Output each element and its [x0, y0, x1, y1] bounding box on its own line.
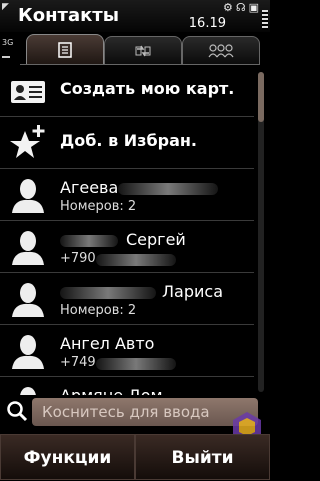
network-indicator: 3G	[2, 38, 14, 47]
star-add-icon	[10, 125, 45, 158]
contact-name: Лариса	[162, 282, 223, 301]
person-icon	[12, 179, 44, 213]
signal-icon	[2, 56, 10, 58]
tab-contacts[interactable]	[26, 34, 104, 65]
group-icon	[208, 44, 234, 58]
sync-icon	[135, 45, 151, 57]
battery-icon	[262, 10, 268, 30]
options-button[interactable]: Функции	[0, 434, 135, 480]
status-bar: ◤ Контакты ⚙☊▣ 16.19	[0, 0, 270, 32]
person-icon	[12, 231, 44, 265]
contact-numbers: Номеров: 2	[60, 303, 137, 318]
contact-row[interactable]: Армяне Дом	[0, 377, 254, 395]
create-my-card-label: Создать мою карт.	[60, 79, 235, 98]
redacted-text	[96, 358, 176, 370]
contact-phone: +749	[60, 355, 96, 370]
person-icon	[20, 387, 36, 395]
redacted-text	[96, 254, 176, 266]
contact-numbers: Номеров: 2	[60, 199, 137, 214]
person-icon	[12, 335, 44, 369]
search-input[interactable]: Коснитесь для ввода	[32, 398, 258, 426]
search-icon[interactable]	[6, 400, 28, 422]
add-to-favorites-label: Доб. в Избран.	[60, 131, 197, 150]
redacted-text	[60, 287, 156, 299]
page-title: Контакты	[18, 5, 120, 26]
contact-name: Ангел Авто	[60, 334, 155, 353]
contact-row[interactable]: Агеева Номеров: 2	[0, 169, 254, 221]
person-icon	[12, 283, 44, 317]
tab-groups[interactable]	[182, 36, 260, 65]
contact-row[interactable]: Лариса Номеров: 2	[0, 273, 254, 325]
create-my-card-item[interactable]: Создать мою карт.	[0, 65, 254, 117]
redacted-text	[60, 235, 118, 247]
business-card-icon	[11, 81, 45, 103]
scrollbar[interactable]	[258, 72, 264, 392]
softkey-bar: Функции Выйти	[0, 434, 270, 480]
redacted-text	[118, 183, 218, 195]
contact-card-icon	[58, 42, 72, 58]
lock-icon: ▣	[248, 1, 262, 14]
clock: 16.19	[188, 16, 226, 31]
contact-name: Сергей	[126, 230, 186, 249]
tab-sync[interactable]	[104, 36, 182, 65]
tab-bar	[26, 34, 260, 65]
contact-name: Агеева	[60, 178, 119, 197]
contact-name: Армяне Дом	[60, 386, 163, 395]
settings-icon: ⚙	[222, 1, 236, 14]
contact-row[interactable]: Ангел Авто +749	[0, 325, 254, 377]
scrollbar-thumb[interactable]	[258, 72, 264, 122]
headset-icon: ☊	[235, 1, 249, 14]
corner-arrow-icon: ◤	[2, 2, 9, 12]
contact-phone: +790	[60, 251, 96, 266]
add-to-favorites-item[interactable]: Доб. в Избран.	[0, 117, 254, 169]
contact-row[interactable]: Сергей +790	[0, 221, 254, 273]
exit-button[interactable]: Выйти	[135, 434, 270, 480]
contacts-list: Создать мою карт. Доб. в Избран. Агеева …	[0, 65, 254, 395]
